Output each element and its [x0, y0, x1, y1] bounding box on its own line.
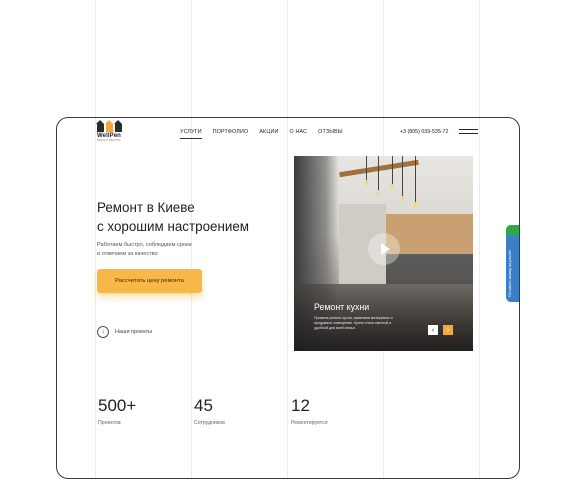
- browser-frame: WellPen РЕМОНТ КВАРТИР УСЛУГИ ПОРТФОЛИО …: [56, 117, 520, 479]
- stat-projects: 500+ Проектов: [98, 396, 136, 426]
- arrow-down-icon: ↓: [97, 326, 109, 338]
- our-projects-label: Наши проекты: [115, 329, 153, 335]
- nav-item-about[interactable]: О НАС: [289, 129, 307, 135]
- nav-item-reviews[interactable]: ОТЗЫВЫ: [318, 129, 343, 135]
- slide-title: Ремонт кухни: [314, 302, 370, 312]
- stat-value: 45: [194, 396, 213, 415]
- logo-houses-icon: [96, 120, 127, 132]
- calculate-price-button[interactable]: Рассчитать цену ремонта: [97, 269, 202, 293]
- next-slide-button[interactable]: ›: [443, 325, 453, 335]
- stat-employees: 45 Сотрудников: [194, 396, 225, 426]
- nav-item-services[interactable]: УСЛУГИ: [180, 129, 202, 139]
- prev-slide-button[interactable]: ‹: [428, 325, 438, 335]
- slider-image: Ремонт кухни Провели ремонт кухни, замен…: [294, 156, 473, 351]
- stat-in-progress: 12 Ремонтируется: [291, 396, 328, 426]
- stat-label: Ремонтируется: [291, 420, 328, 426]
- stat-value: 500+: [98, 396, 137, 415]
- nav-item-portfolio[interactable]: ПОРТФОЛИО: [213, 129, 249, 135]
- stat-label: Сотрудников: [194, 420, 225, 426]
- side-tab-label: Оставить заявку на расчёт: [508, 249, 512, 297]
- slide-description: Провели ремонт кухни, заменили материалы…: [314, 316, 393, 330]
- side-request-tab[interactable]: Оставить заявку на расчёт: [506, 225, 519, 302]
- hero-title: Ремонт в Киеве с хорошим настроением: [97, 200, 249, 234]
- main-nav: УСЛУГИ ПОРТФОЛИО АКЦИИ О НАС ОТЗЫВЫ: [180, 129, 343, 139]
- logo-subtitle: РЕМОНТ КВАРТИР: [97, 139, 121, 142]
- logo[interactable]: WellPen РЕМОНТ КВАРТИР: [96, 120, 127, 142]
- stat-label: Проектов: [98, 420, 121, 426]
- phone-link[interactable]: +3 (805) 039-535-72: [400, 129, 448, 135]
- play-button[interactable]: [368, 233, 400, 265]
- menu-icon[interactable]: [459, 129, 478, 137]
- nav-item-promotions[interactable]: АКЦИИ: [259, 129, 278, 135]
- our-projects-link[interactable]: ↓ Наши проекты: [97, 326, 152, 338]
- stat-value: 12: [291, 396, 310, 415]
- hero-subtitle: Работаем быстро, соблюдаем сроки и отвеч…: [97, 242, 192, 257]
